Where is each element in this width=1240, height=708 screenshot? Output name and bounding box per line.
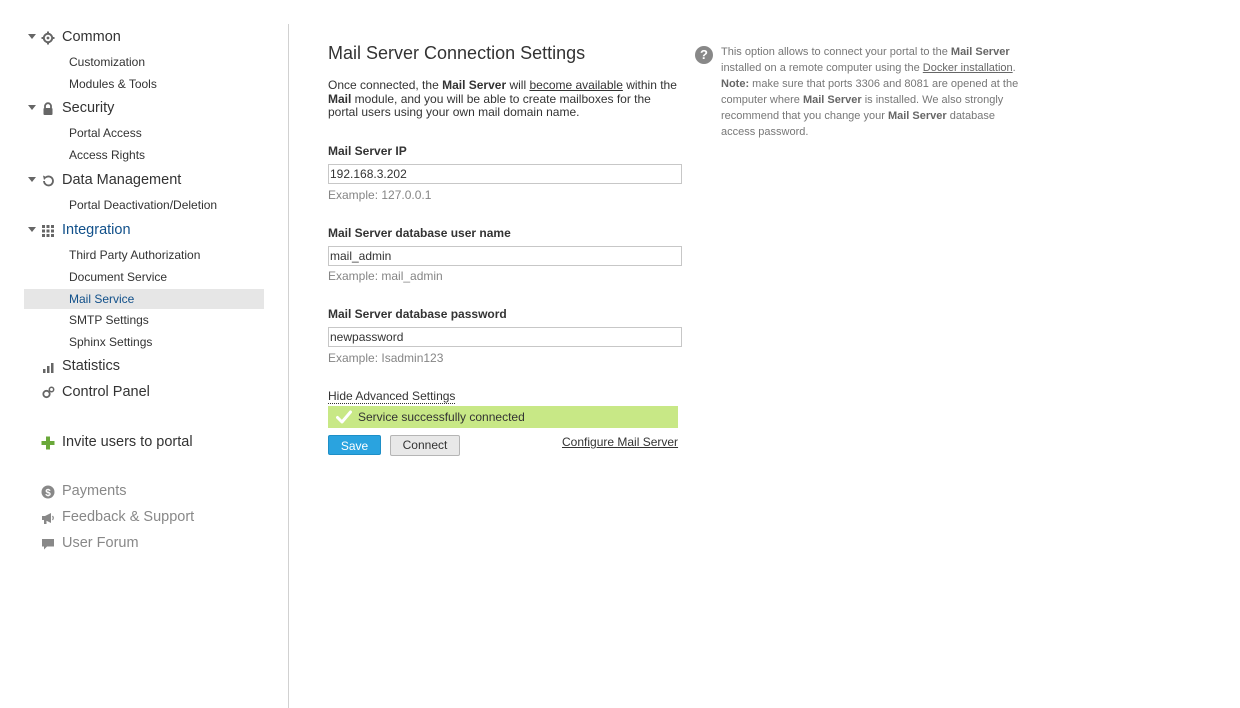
chevron-down-icon[interactable] xyxy=(28,227,36,232)
sidebar-group-security[interactable]: Security xyxy=(24,97,264,119)
sidebar-item-portal-deactivation[interactable]: Portal Deactivation/Deletion xyxy=(24,195,264,215)
hide-advanced-settings-link[interactable]: Hide Advanced Settings xyxy=(328,389,456,404)
chevron-down-icon[interactable] xyxy=(28,34,36,39)
sidebar-group-label[interactable]: Integration xyxy=(62,222,131,238)
sidebar-item-access-rights[interactable]: Access Rights xyxy=(24,145,264,165)
mail-server-ip-label: Mail Server IP xyxy=(328,144,407,158)
sidebar-item-label[interactable]: Customization xyxy=(69,55,145,69)
svg-text:$: $ xyxy=(45,488,51,499)
sidebar-item-modules-tools[interactable]: Modules & Tools xyxy=(24,74,264,94)
checkmark-icon xyxy=(336,410,352,424)
sidebar-item-customization[interactable]: Customization xyxy=(24,52,264,72)
help-question-icon: ? xyxy=(695,46,713,64)
configure-mail-server-link[interactable]: Configure Mail Server xyxy=(562,435,678,449)
sidebar-forum-label[interactable]: User Forum xyxy=(62,535,139,551)
sidebar-item-portal-access[interactable]: Portal Access xyxy=(24,123,264,143)
sidebar-item-sphinx-settings[interactable]: Sphinx Settings xyxy=(24,332,264,352)
db-password-hint: Example: Isadmin123 xyxy=(328,351,444,365)
sidebar-group-label[interactable]: Data Management xyxy=(62,172,181,188)
sidebar-divider xyxy=(288,24,289,708)
docker-installation-link[interactable]: Docker installation xyxy=(923,62,1013,74)
sidebar-item-label[interactable]: Sphinx Settings xyxy=(69,335,152,349)
sidebar-item-document-service[interactable]: Document Service xyxy=(24,267,264,287)
help-text: This option allows to connect your porta… xyxy=(721,46,1019,138)
page-title: Mail Server Connection Settings xyxy=(328,43,586,63)
mail-server-ip-hint: Example: 127.0.0.1 xyxy=(328,188,432,202)
sidebar-group-label[interactable]: Common xyxy=(62,29,121,45)
sidebar-group-integration[interactable]: Integration xyxy=(24,219,264,241)
sidebar-item-label[interactable]: SMTP Settings xyxy=(69,313,149,327)
sidebar-item-mail-service[interactable]: Mail Service xyxy=(24,289,264,309)
sidebar-user-forum[interactable]: User Forum xyxy=(24,532,264,554)
db-password-input[interactable] xyxy=(328,327,682,347)
sidebar-item-label[interactable]: Document Service xyxy=(69,270,167,284)
sidebar-item-smtp-settings[interactable]: SMTP Settings xyxy=(24,310,264,330)
status-message: Service successfully connected xyxy=(358,410,525,424)
chevron-down-icon[interactable] xyxy=(28,177,36,182)
sidebar-feedback[interactable]: Feedback & Support xyxy=(24,506,264,528)
sidebar-item-label[interactable]: Access Rights xyxy=(69,148,145,162)
dollar-icon: $ xyxy=(41,485,55,499)
speech-bubble-icon xyxy=(42,539,54,550)
gear-icon xyxy=(41,31,55,45)
grid-icon xyxy=(42,225,54,237)
db-password-label: Mail Server database password xyxy=(328,307,507,321)
sidebar-payments[interactable]: $ Payments xyxy=(24,480,264,502)
gears-icon xyxy=(42,386,55,399)
db-username-hint: Example: mail_admin xyxy=(328,269,443,283)
invite-users-link[interactable]: Invite users to portal xyxy=(24,431,264,453)
db-username-input[interactable] xyxy=(328,246,682,266)
db-username-label: Mail Server database user name xyxy=(328,226,511,240)
sidebar-item-third-party-auth[interactable]: Third Party Authorization xyxy=(24,245,264,265)
sidebar-statistics[interactable]: Statistics xyxy=(24,355,264,377)
invite-users-label[interactable]: Invite users to portal xyxy=(62,434,193,450)
sidebar-item-label[interactable]: Modules & Tools xyxy=(69,77,157,91)
lock-icon xyxy=(43,102,53,115)
intro-text: Once connected, the Mail Server will bec… xyxy=(328,78,677,119)
sidebar-group-data-management[interactable]: Data Management xyxy=(24,169,264,191)
sidebar-item-label[interactable]: Third Party Authorization xyxy=(69,248,200,262)
sidebar-item-label[interactable]: Portal Access xyxy=(69,126,142,140)
sidebar-control-panel[interactable]: Control Panel xyxy=(24,381,264,403)
sidebar-item-label[interactable]: Portal Deactivation/Deletion xyxy=(69,198,217,212)
chevron-down-icon[interactable] xyxy=(28,105,36,110)
mail-server-ip-input[interactable] xyxy=(328,164,682,184)
sidebar-statistics-label[interactable]: Statistics xyxy=(62,358,120,374)
sidebar-group-label[interactable]: Security xyxy=(62,100,114,116)
bar-chart-icon xyxy=(43,363,54,373)
sidebar-payments-label[interactable]: Payments xyxy=(62,483,126,499)
megaphone-icon xyxy=(42,513,54,524)
save-button[interactable]: Save xyxy=(328,435,381,455)
sidebar-group-common[interactable]: Common xyxy=(24,26,264,48)
success-status-bar: Service successfully connected xyxy=(328,406,678,428)
connect-button[interactable]: Connect xyxy=(390,435,460,456)
sidebar-control-panel-label[interactable]: Control Panel xyxy=(62,384,150,400)
sidebar-item-label[interactable]: Mail Service xyxy=(69,292,134,306)
sidebar-feedback-label[interactable]: Feedback & Support xyxy=(62,509,194,525)
plus-icon xyxy=(41,436,55,450)
restore-icon xyxy=(43,175,54,187)
